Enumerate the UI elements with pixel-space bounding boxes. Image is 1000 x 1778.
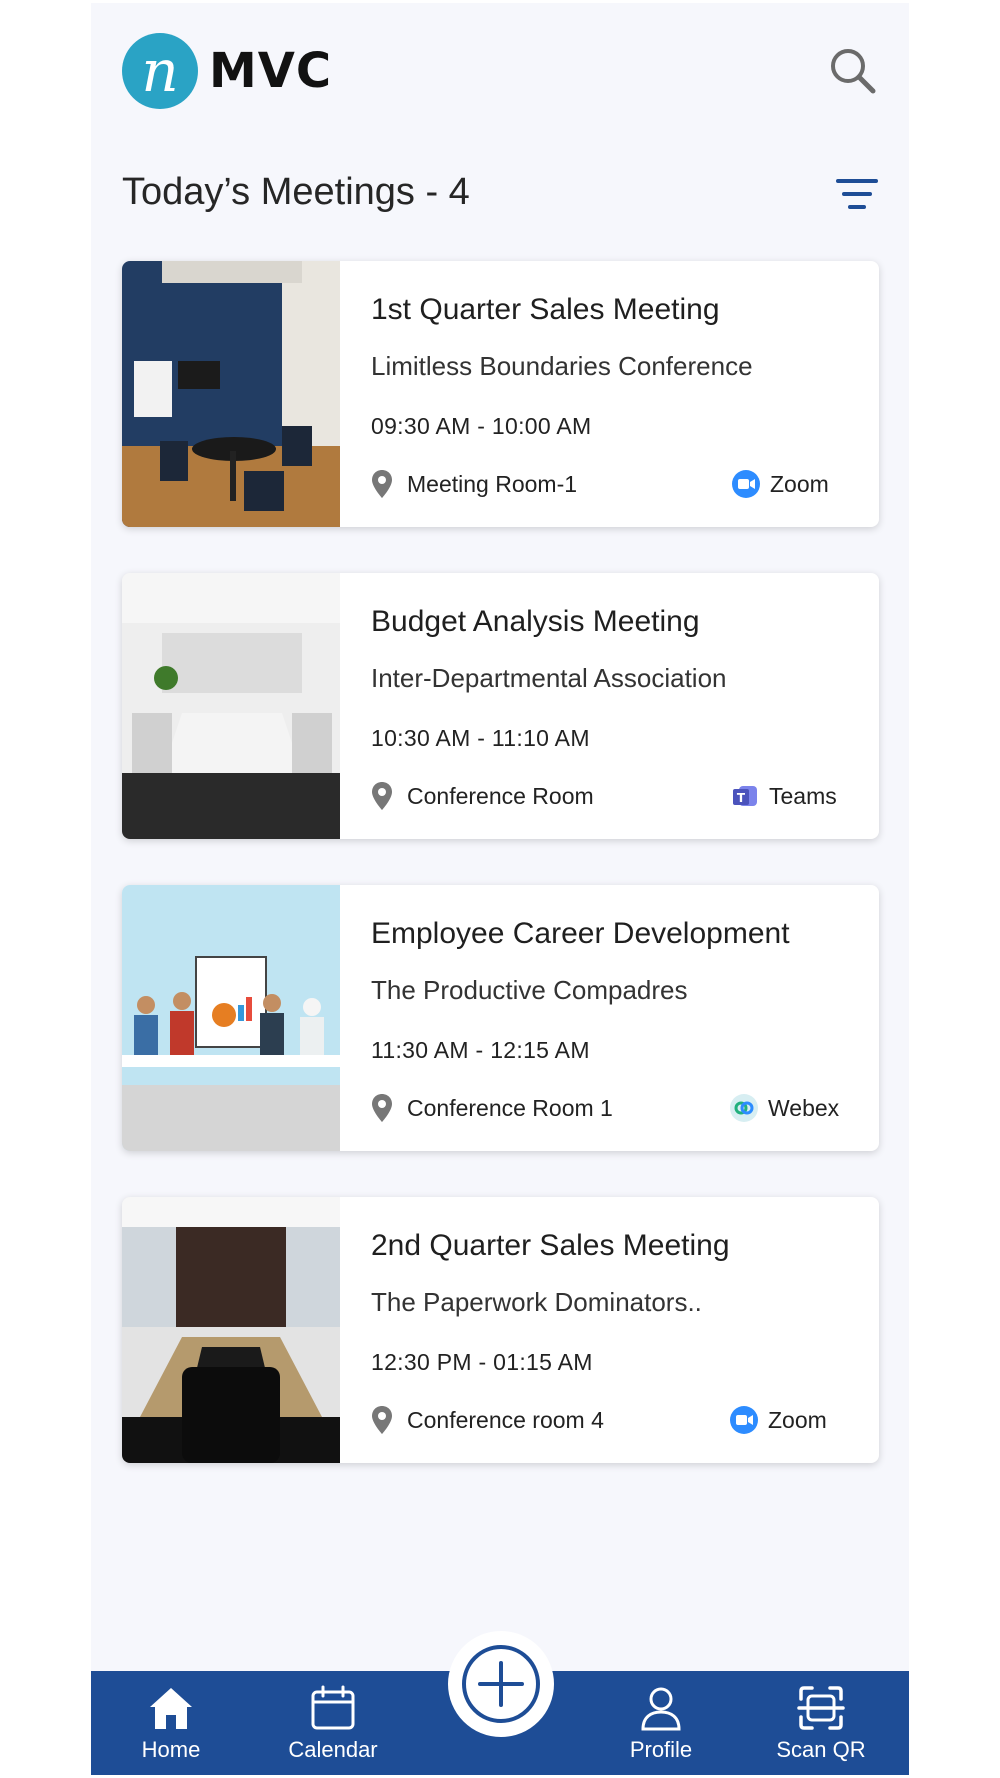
meeting-room-image [122, 885, 340, 1151]
logo-icon: n [122, 33, 198, 109]
home-icon [150, 1688, 192, 1729]
platform-label: Zoom [770, 470, 829, 497]
meeting-card[interactable]: Employee Career Development The Producti… [122, 885, 879, 1151]
webex-icon [730, 1094, 758, 1122]
location-pin-icon [372, 1406, 392, 1434]
nav-scan-qr[interactable]: Scan QR [761, 1671, 881, 1775]
meeting-time: 10:30 AM - 11:10 AM [371, 725, 590, 751]
meeting-card[interactable]: 2nd Quarter Sales Meeting The Paperwork … [122, 1197, 879, 1463]
location-label: Conference room 4 [407, 1406, 604, 1433]
platform-label: Zoom [768, 1406, 827, 1433]
meeting-platform: T Teams [731, 781, 837, 811]
logo-text: MVC [209, 43, 333, 99]
nav-scan-qr-label: Scan QR [776, 1737, 866, 1762]
meeting-location: Conference Room 1 [371, 1093, 613, 1123]
location-pin-icon [372, 1094, 392, 1122]
location-pin-icon [372, 782, 392, 810]
filter-icon [836, 179, 878, 209]
meeting-time: 09:30 AM - 10:00 AM [371, 413, 592, 439]
title-row: Today’s Meetings - 4 [122, 167, 882, 227]
platform-label: Webex [768, 1094, 840, 1121]
meeting-title: Budget Analysis Meeting [371, 605, 700, 638]
meeting-location: Conference Room [371, 781, 594, 811]
logo-letter: n [141, 37, 179, 105]
nav-calendar[interactable]: Calendar [273, 1671, 393, 1775]
meeting-time: 12:30 PM - 01:15 AM [371, 1349, 593, 1375]
nav-home[interactable]: Home [131, 1671, 211, 1775]
add-meeting-button[interactable] [460, 1643, 542, 1725]
meeting-room-image [122, 261, 340, 527]
meeting-location: Conference room 4 [371, 1405, 604, 1435]
location-label: Conference Room 1 [407, 1094, 613, 1121]
location-pin-icon [372, 470, 392, 498]
meeting-title: 1st Quarter Sales Meeting [371, 293, 720, 326]
search-button[interactable] [827, 45, 879, 97]
filter-button[interactable] [836, 177, 878, 213]
meeting-card[interactable]: Budget Analysis Meeting Inter-Department… [122, 573, 879, 839]
meeting-location: Meeting Room-1 [371, 469, 577, 499]
platform-label: Teams [769, 782, 837, 809]
app-screen: n MVC Today’s Meetings - 4 1st Quarter S… [91, 3, 909, 1775]
add-icon [462, 1645, 540, 1723]
nav-profile[interactable]: Profile [611, 1671, 711, 1775]
calendar-icon [311, 1685, 355, 1730]
meeting-platform: Zoom [730, 1405, 827, 1435]
location-label: Meeting Room-1 [407, 470, 578, 497]
meeting-room-image [122, 573, 340, 839]
meeting-title: Employee Career Development [371, 917, 790, 950]
nav-home-label: Home [141, 1737, 201, 1762]
meeting-platform: Webex [730, 1093, 839, 1123]
meeting-platform: Zoom [732, 469, 829, 499]
meeting-card[interactable]: 1st Quarter Sales Meeting Limitless Boun… [122, 261, 879, 527]
meeting-organization: Inter-Departmental Association [371, 663, 727, 693]
meeting-organization: The Productive Compadres [371, 975, 688, 1005]
meeting-room-image [122, 1197, 340, 1463]
app-header: n MVC [91, 3, 909, 143]
svg-text:T: T [737, 791, 746, 805]
zoom-icon [730, 1406, 758, 1434]
meeting-organization: Limitless Boundaries Conference [371, 351, 753, 381]
teams-icon: T [733, 786, 757, 806]
nav-profile-label: Profile [629, 1737, 693, 1762]
zoom-icon [732, 470, 760, 498]
meeting-time: 11:30 AM - 12:15 AM [371, 1037, 590, 1063]
location-label: Conference Room [407, 782, 594, 809]
page-title: Today’s Meetings - 4 [122, 171, 470, 213]
scan-qr-icon [797, 1686, 845, 1730]
profile-icon [641, 1687, 681, 1731]
meeting-organization: The Paperwork Dominators.. [371, 1287, 702, 1317]
meeting-title: 2nd Quarter Sales Meeting [371, 1229, 730, 1262]
nav-calendar-label: Calendar [288, 1737, 378, 1762]
search-icon [831, 49, 876, 94]
